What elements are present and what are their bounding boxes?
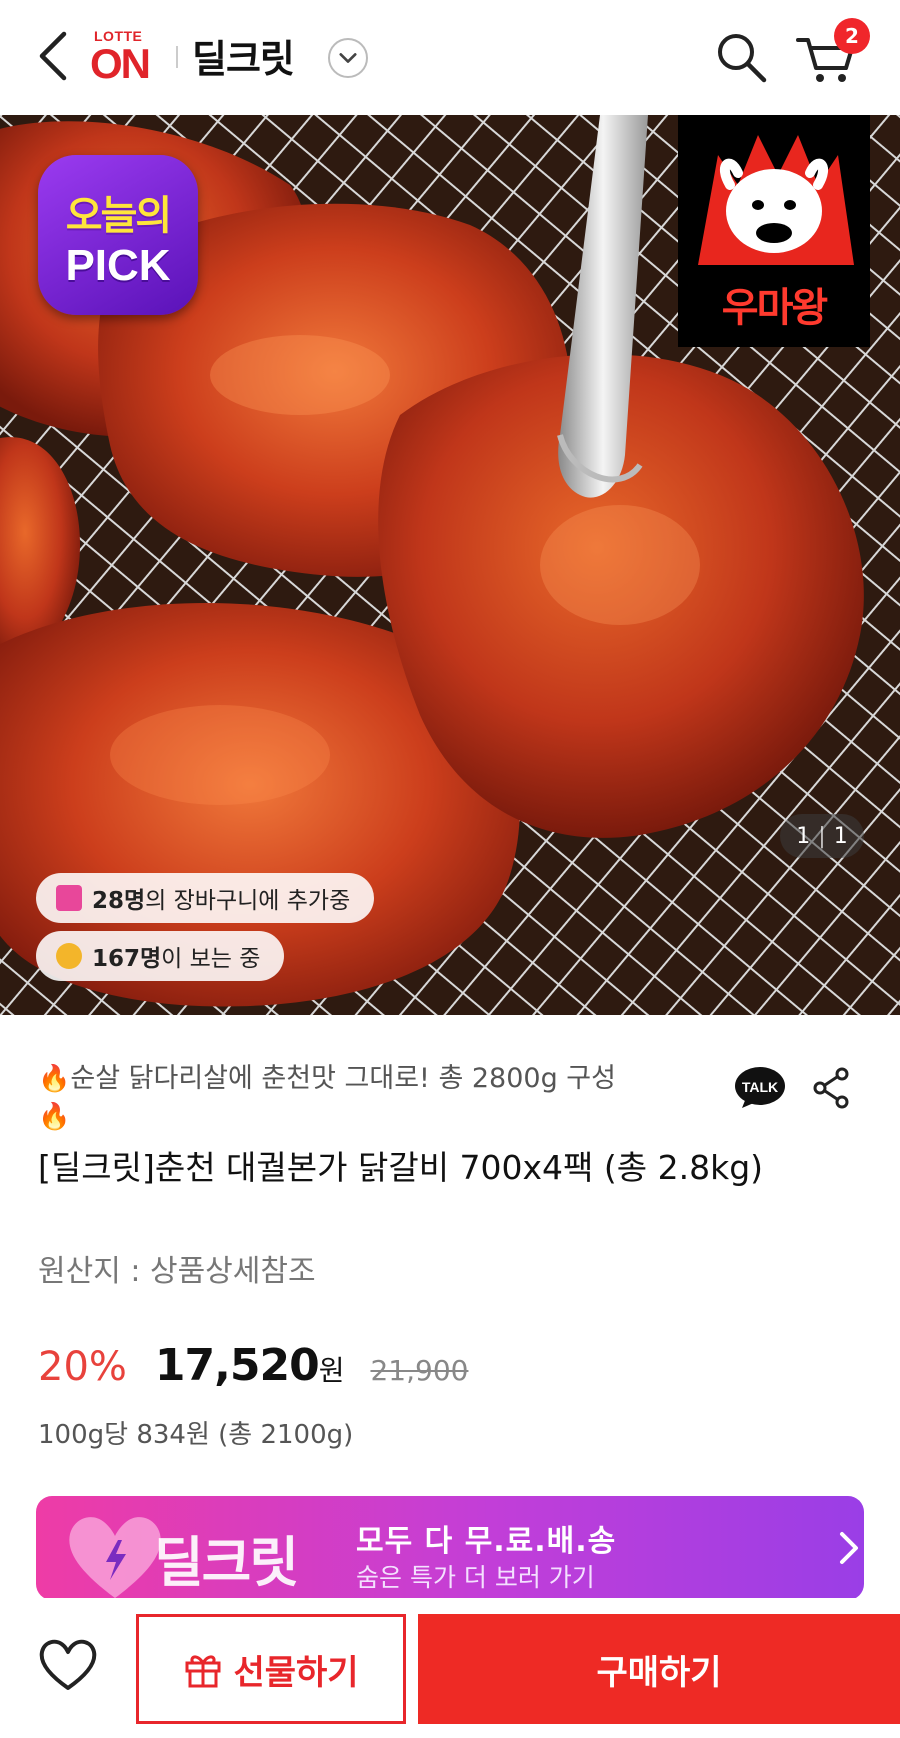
- brand-logo-badge: 우마왕: [678, 115, 870, 347]
- fire-icon: 🔥: [38, 1102, 71, 1132]
- cart-social-proof: 28명 의 장바구니에 추가중: [36, 873, 375, 923]
- free-shipping-promo-banner[interactable]: 딜크릿 모두 다 무.료.배.송 숨은 특가 더 보러 가기: [36, 1496, 864, 1600]
- back-icon[interactable]: [32, 28, 76, 84]
- brand-logo-name: 우마왕: [721, 285, 828, 331]
- brand-title[interactable]: 딜크릿: [192, 28, 295, 83]
- top-header: LOTTE ON 딜크릿 2: [0, 0, 900, 115]
- cart-social-count: 28명: [92, 888, 146, 914]
- price-row: 20% 17,520 원 21,900: [38, 1340, 468, 1391]
- product-origin: 원산지 : 상품상세참조: [38, 1254, 316, 1289]
- share-icon[interactable]: [812, 1066, 852, 1110]
- buy-button[interactable]: 구매하기: [418, 1614, 900, 1724]
- product-title: [딜크릿]춘천 대궐본가 닭갈비 700x4팩 (총 2.8kg): [38, 1148, 764, 1187]
- product-image[interactable]: 오늘의 PICK 우마왕 28명 의 장바구니에 추가중 167명 이 보는 중…: [0, 115, 900, 1015]
- product-subtitle: 🔥순살 닭다리살에 춘천맛 그대로! 총 2800g 구성 🔥: [38, 1060, 688, 1136]
- unit-price: 100g당 834원 (총 2100g): [38, 1420, 354, 1450]
- view-social-text: 이 보는 중: [161, 946, 261, 972]
- chevron-down-icon[interactable]: [328, 38, 368, 78]
- cart-count-badge: 2: [834, 18, 870, 54]
- sale-price: 17,520: [154, 1340, 320, 1391]
- logo-big-text: ON: [90, 40, 151, 87]
- image-page-indicator: 1 | 1: [780, 814, 864, 858]
- view-social-count: 167명: [92, 946, 162, 972]
- promo-headline: 모두 다 무.료.배.송: [356, 1524, 617, 1559]
- view-social-proof: 167명 이 보는 중: [36, 931, 285, 981]
- pick-line1: 오늘의: [65, 193, 172, 239]
- promo-subline: 숨은 특가 더 보러 가기: [356, 1563, 595, 1592]
- chevron-right-icon: [840, 1532, 858, 1564]
- page-total: 1: [833, 823, 848, 849]
- talk-label: TALK: [742, 1079, 778, 1095]
- bull-logo: [698, 135, 854, 265]
- promo-brand: 딜크릿: [154, 1531, 299, 1594]
- subtitle-text: 순살 닭다리살에 춘천맛 그대로! 총 2800g 구성: [70, 1063, 616, 1094]
- gift-icon: [185, 1655, 221, 1688]
- heart-icon[interactable]: [36, 1634, 100, 1694]
- page-current: 1: [796, 823, 811, 849]
- currency-unit: 원: [318, 1354, 345, 1387]
- pointing-hand-icon: [56, 943, 82, 969]
- gift-button[interactable]: 선물하기: [136, 1614, 406, 1724]
- original-price: 21,900: [370, 1354, 469, 1387]
- kakao-talk-icon[interactable]: TALK: [734, 1066, 786, 1110]
- search-icon[interactable]: [714, 30, 768, 84]
- gift-button-label: 선물하기: [233, 1652, 359, 1693]
- divider: [176, 46, 178, 68]
- shopping-bag-icon: [56, 885, 82, 911]
- cart-social-text: 의 장바구니에 추가중: [145, 888, 351, 914]
- todays-pick-badge: 오늘의 PICK: [38, 155, 198, 315]
- pick-line2: PICK: [65, 241, 171, 290]
- lotte-on-logo[interactable]: LOTTE ON: [90, 26, 166, 90]
- fire-icon: 🔥: [38, 1064, 71, 1094]
- discount-rate: 20%: [38, 1344, 127, 1390]
- bottom-action-bar: 선물하기 구매하기: [0, 1598, 900, 1738]
